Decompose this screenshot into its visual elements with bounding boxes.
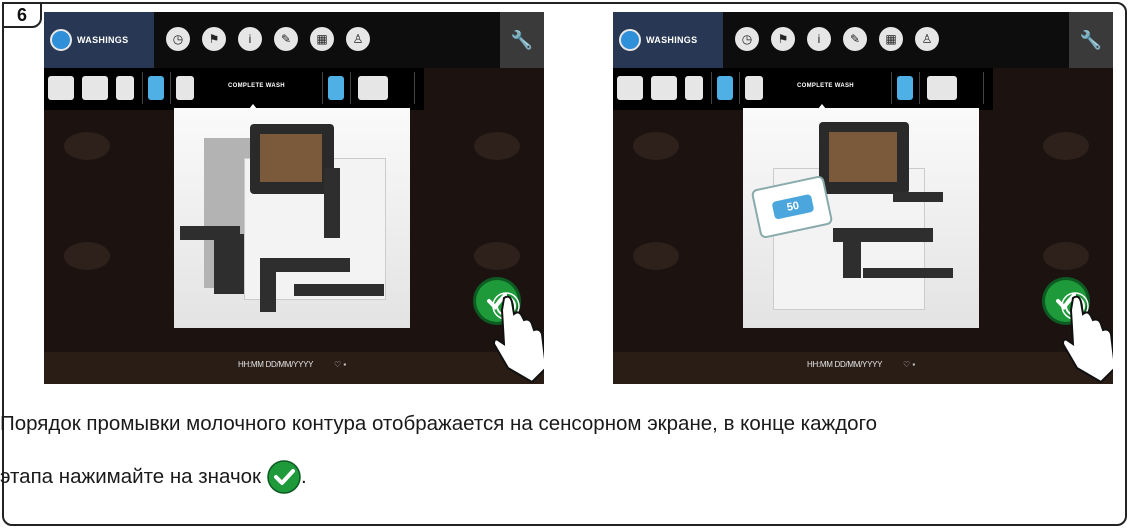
cleaning-icon[interactable] [927, 76, 957, 100]
status-datetime: HH:MM DD/MM/YYYY [238, 360, 314, 369]
hand-pointer-icon [1061, 292, 1113, 384]
calculator-icon[interactable]: ▦ [879, 27, 903, 51]
divider [891, 72, 892, 104]
clock-icon[interactable]: ◷ [166, 27, 190, 51]
divider [711, 72, 712, 104]
complete-wash-label: COMPLETE WASH [228, 83, 285, 89]
background-cup [474, 242, 520, 270]
wash-submenu-bar: COMPLETE WASH [44, 68, 424, 110]
milk-carton-icon[interactable] [685, 76, 703, 100]
instruction-text-line2-label: этапа нажимайте на значок [0, 465, 261, 488]
machine-base [863, 268, 953, 278]
divider [350, 72, 351, 104]
machine-display [829, 132, 897, 182]
pen-icon[interactable]: ✎ [843, 27, 867, 51]
status-icons: ♡ ▪ [334, 360, 347, 369]
tab-washings-label: WASHINGS [646, 35, 698, 45]
background-cup [633, 242, 679, 270]
status-bar: HH:MM DD/MM/YYYY ♡ ▪ [613, 352, 1113, 384]
touchscreen-right: WASHINGS ◷ ⚑ i ✎ ▦ ♙ 🔧 COMPLETE WASH 50 … [613, 12, 1113, 384]
background-cup [64, 132, 110, 160]
background-cup [64, 242, 110, 270]
technician-icon[interactable]: ♙ [915, 27, 939, 51]
check-circle-icon [267, 460, 301, 494]
glass-icon[interactable] [148, 76, 164, 100]
background-cup [1043, 242, 1089, 270]
machine-photo [174, 108, 410, 328]
tray-support [843, 238, 861, 278]
cleaning-icon[interactable] [358, 76, 388, 100]
tab-washings-label: WASHINGS [77, 35, 129, 45]
top-menu-bar: WASHINGS ◷ ⚑ i ✎ ▦ ♙ 🔧 [44, 12, 544, 68]
calculator-icon[interactable]: ▦ [310, 27, 334, 51]
step-number-badge: 6 [2, 2, 42, 28]
instruction-text-line1: Порядок промывки молочного контура отобр… [0, 412, 878, 435]
cup-icon[interactable] [651, 76, 677, 100]
divider [170, 72, 171, 104]
divider [414, 72, 415, 104]
technician-icon[interactable]: ♙ [346, 27, 370, 51]
milk-wash-icon[interactable] [176, 76, 194, 100]
cup-rinse-icon[interactable] [617, 76, 643, 100]
machine-display [260, 134, 322, 182]
divider [142, 72, 143, 104]
flag-icon[interactable]: ⚑ [771, 27, 795, 51]
cup-icon[interactable] [82, 76, 108, 100]
info-icon[interactable]: i [238, 27, 262, 51]
milk-container [214, 234, 244, 294]
milk-wash-icon[interactable] [745, 76, 763, 100]
info-icon[interactable]: i [807, 27, 831, 51]
pen-icon[interactable]: ✎ [274, 27, 298, 51]
cleaner-label: 50 [771, 193, 815, 220]
divider [739, 72, 740, 104]
divider [919, 72, 920, 104]
cup-rinse-icon[interactable] [48, 76, 74, 100]
machine-photo: 50 [743, 108, 979, 328]
divider [983, 72, 984, 104]
status-datetime: HH:MM DD/MM/YYYY [807, 360, 883, 369]
top-menu-bar: WASHINGS ◷ ⚑ i ✎ ▦ ♙ 🔧 [613, 12, 1113, 68]
clock-icon[interactable]: ◷ [735, 27, 759, 51]
water-drop-icon [619, 29, 641, 51]
glass-rinse-icon[interactable] [897, 76, 913, 100]
status-bar: HH:MM DD/MM/YYYY ♡ ▪ [44, 352, 544, 384]
tray-support [260, 268, 276, 312]
brew-group [893, 192, 943, 202]
tab-washings[interactable]: WASHINGS [613, 12, 723, 68]
machine-base [294, 284, 384, 296]
hand-pointer-icon [492, 292, 544, 384]
water-drop-icon [50, 29, 72, 51]
wrench-icon[interactable]: 🔧 [500, 12, 544, 68]
glass-icon[interactable] [717, 76, 733, 100]
wash-submenu-bar: COMPLETE WASH [613, 68, 993, 110]
background-cup [633, 132, 679, 160]
background-cup [1043, 132, 1089, 160]
background-cup [474, 132, 520, 160]
milk-carton-icon[interactable] [116, 76, 134, 100]
divider [322, 72, 323, 104]
machine-spout [324, 168, 340, 238]
instruction-text-line2: этапа нажимайте на значок . [0, 460, 307, 494]
complete-wash-label: COMPLETE WASH [797, 83, 854, 89]
status-icons: ♡ ▪ [903, 360, 916, 369]
instruction-text-period: . [301, 465, 307, 488]
touchscreen-left: WASHINGS ◷ ⚑ i ✎ ▦ ♙ 🔧 COMPLETE WASH HH:… [44, 12, 544, 384]
tab-washings[interactable]: WASHINGS [44, 12, 154, 68]
flag-icon[interactable]: ⚑ [202, 27, 226, 51]
wrench-icon[interactable]: 🔧 [1069, 12, 1113, 68]
glass-rinse-icon[interactable] [328, 76, 344, 100]
